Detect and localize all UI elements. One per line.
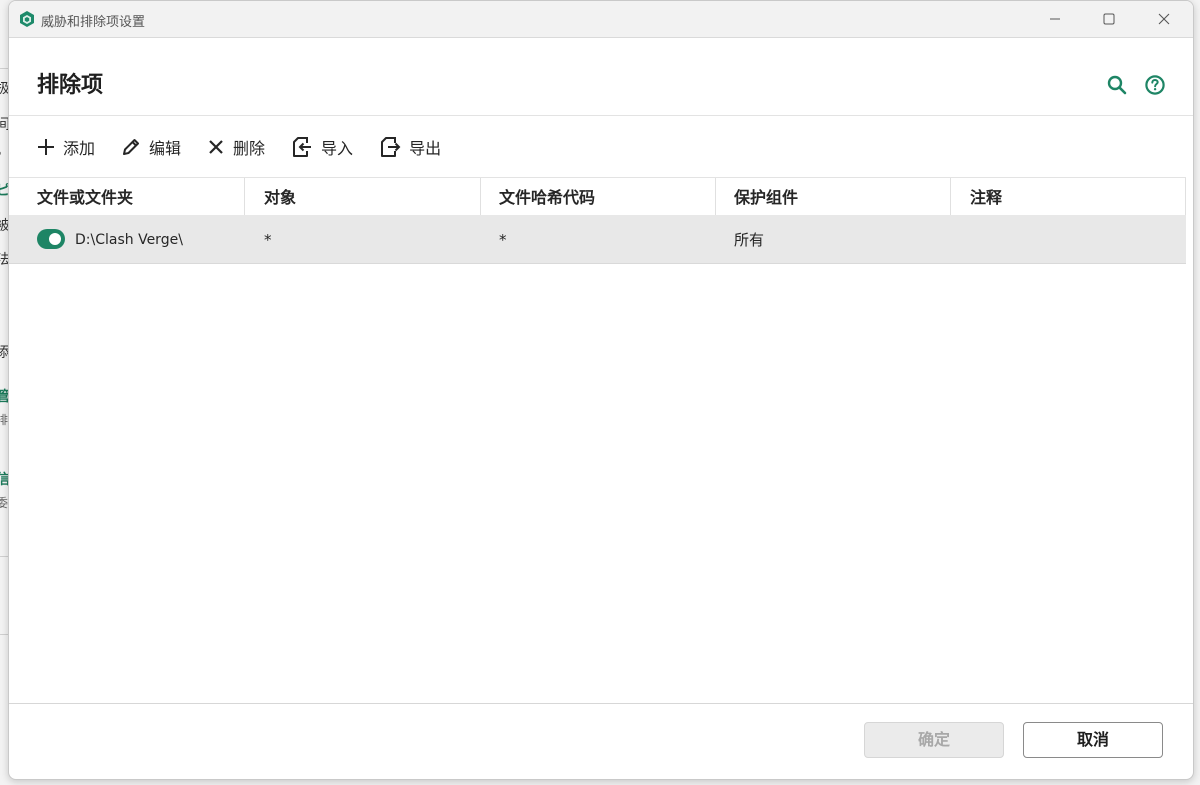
close-icon: [1158, 13, 1170, 25]
background-text: 添: [0, 345, 8, 361]
background-text: 被: [0, 218, 8, 234]
column-header-file-hash[interactable]: 文件哈希代码: [481, 178, 716, 215]
row-comment: [951, 215, 970, 263]
ok-button[interactable]: 确定: [864, 722, 1004, 758]
title-bar[interactable]: 威胁和排除项设置: [9, 1, 1193, 38]
edit-button[interactable]: 编辑: [121, 135, 181, 159]
close-button[interactable]: [1141, 1, 1187, 37]
add-button[interactable]: 添加: [37, 135, 95, 159]
background-text: 管: [0, 389, 8, 405]
row-object: *: [264, 231, 272, 249]
help-icon[interactable]: [1144, 74, 1166, 96]
export-button[interactable]: 导出: [379, 135, 441, 159]
delete-button[interactable]: 删除: [207, 135, 265, 159]
import-label: 导入: [321, 139, 354, 158]
edit-label: 编辑: [149, 139, 182, 158]
toolbar: 添加 编辑 删除 导入 导出: [37, 133, 467, 161]
row-path: D:\Clash Verge\: [75, 232, 183, 248]
app-logo-icon: [20, 11, 34, 27]
row-hash: *: [499, 231, 507, 249]
cancel-button[interactable]: 取消: [1023, 722, 1163, 758]
import-button[interactable]: 导入: [291, 135, 353, 159]
background-text: ピ: [0, 183, 8, 199]
maximize-icon: [1103, 13, 1115, 25]
column-header-object[interactable]: 对象: [245, 178, 480, 215]
add-label: 添加: [63, 139, 96, 158]
minimize-icon: [1050, 18, 1060, 20]
background-text: 排: [0, 413, 8, 427]
column-header-file-or-folder[interactable]: 文件或文件夹: [9, 178, 244, 215]
row-component: 所有: [734, 231, 765, 249]
table-row[interactable]: D:\Clash Verge\ * * 所有: [9, 215, 1186, 264]
maximize-button[interactable]: [1086, 1, 1132, 37]
x-icon: [209, 140, 223, 154]
export-label: 导出: [409, 139, 442, 158]
import-icon: [293, 137, 312, 157]
column-divider[interactable]: [1185, 178, 1186, 215]
page-title: 排除项: [37, 73, 104, 98]
column-header-protection-component[interactable]: 保护组件: [716, 178, 951, 215]
minimize-button[interactable]: [1032, 1, 1078, 37]
exclusion-enabled-toggle[interactable]: [37, 229, 65, 249]
exclusions-table: 文件或文件夹 对象 文件哈希代码 保护组件 注释 D:\Clash Verge\…: [9, 177, 1186, 264]
background-text: ，: [0, 140, 8, 160]
search-icon[interactable]: [1106, 74, 1128, 96]
header-divider: [9, 115, 1193, 116]
plus-icon: [38, 139, 54, 155]
table-header: 文件或文件夹 对象 文件哈希代码 保护组件 注释: [9, 177, 1186, 215]
window-title: 威胁和排除项设置: [41, 15, 146, 30]
pencil-icon: [123, 139, 140, 155]
column-header-comment[interactable]: 注释: [951, 178, 1186, 215]
background-text: 信: [0, 472, 8, 488]
background-text: 委: [0, 496, 8, 510]
exclusions-dialog: 威胁和排除项设置 排除项 添加 编辑 删除 导入 导出 文件或文件夹 对象 文件…: [8, 0, 1194, 780]
background-text: 法: [0, 252, 8, 268]
delete-label: 删除: [233, 139, 266, 158]
export-icon: [381, 137, 401, 157]
background-text: 间: [0, 117, 8, 133]
footer-divider: [9, 703, 1193, 704]
background-text: 扱: [0, 81, 8, 97]
